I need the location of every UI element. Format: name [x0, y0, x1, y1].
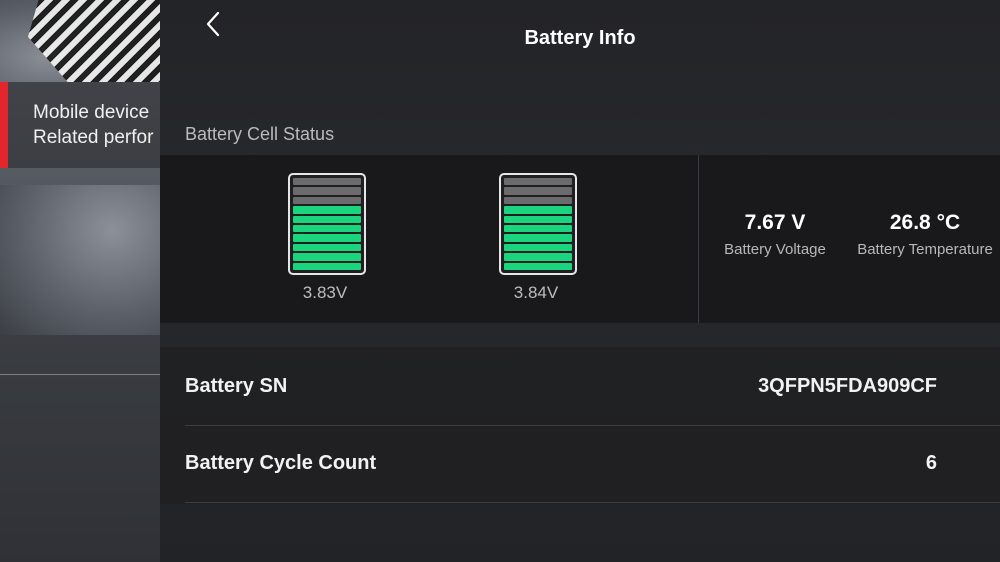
cell-segment-empty: [504, 187, 572, 195]
cell-segment-filled: [504, 262, 572, 271]
battery-voltage-stat: 7.67 V Battery Voltage: [715, 211, 835, 258]
vertical-divider: [698, 155, 699, 323]
cell-segment-empty: [293, 187, 361, 195]
detail-value: 6: [925, 452, 937, 474]
section-label-battery-cell-status: Battery Cell Status: [185, 124, 335, 144]
battery-info-panel: Battery Info Battery Cell Status 3.83V 3…: [160, 0, 1000, 562]
cell-segment-filled: [293, 234, 361, 242]
battery-temperature-stat: 26.8 °C Battery Temperature: [850, 211, 1000, 258]
detail-label: Battery SN: [185, 375, 288, 397]
sidebar-item-label: Mobile device Related perfor: [33, 102, 154, 148]
cell-segment-filled: [293, 262, 361, 271]
cell-segment-empty: [504, 196, 572, 205]
cell-segment-filled: [293, 243, 361, 252]
cell-segment-filled: [504, 215, 572, 224]
cell-voltage: 3.83V: [302, 283, 348, 302]
cell-segment-filled: [504, 243, 572, 252]
sidebar-background-image: [0, 185, 160, 335]
battery-temperature-label: Battery Temperature: [857, 241, 993, 258]
cell-segment-filled: [293, 253, 361, 261]
cell-segment-filled: [293, 215, 361, 224]
battery-cell-status-card: 3.83V 3.84V 7.67 V Battery Voltage 26.8 …: [160, 155, 1000, 323]
sidebar-divider: [0, 374, 160, 375]
cell-segment-filled: [293, 225, 361, 233]
battery-cell-1: 3.83V: [288, 173, 366, 303]
cell-segment-empty: [293, 178, 361, 186]
cell-segment-filled: [504, 234, 572, 242]
sidebar-active-indicator: [0, 82, 8, 168]
cell-segment-filled: [504, 225, 572, 233]
battery-cell-icon: [499, 173, 577, 275]
cell-segment-filled: [504, 206, 572, 214]
battery-voltage-label: Battery Voltage: [724, 241, 826, 258]
battery-temperature-value: 26.8 °C: [889, 211, 961, 234]
cell-segment-filled: [293, 206, 361, 214]
battery-cell-icon: [288, 173, 366, 275]
battery-voltage-value: 7.67 V: [744, 211, 806, 234]
detail-row-battery-sn: Battery SN 3QFPN5FDA909CF: [185, 349, 1000, 426]
detail-label: Battery Cycle Count: [185, 452, 377, 474]
detail-value: 3QFPN5FDA909CF: [758, 375, 937, 397]
page-title: Battery Info: [524, 27, 636, 49]
cell-segment-filled: [504, 253, 572, 261]
cell-segment-empty: [504, 178, 572, 186]
detail-row-cycle-count: Battery Cycle Count 6: [185, 426, 1000, 503]
battery-cell-2: 3.84V: [499, 173, 577, 303]
cell-voltage: 3.84V: [513, 283, 559, 302]
cell-segment-empty: [293, 196, 361, 205]
